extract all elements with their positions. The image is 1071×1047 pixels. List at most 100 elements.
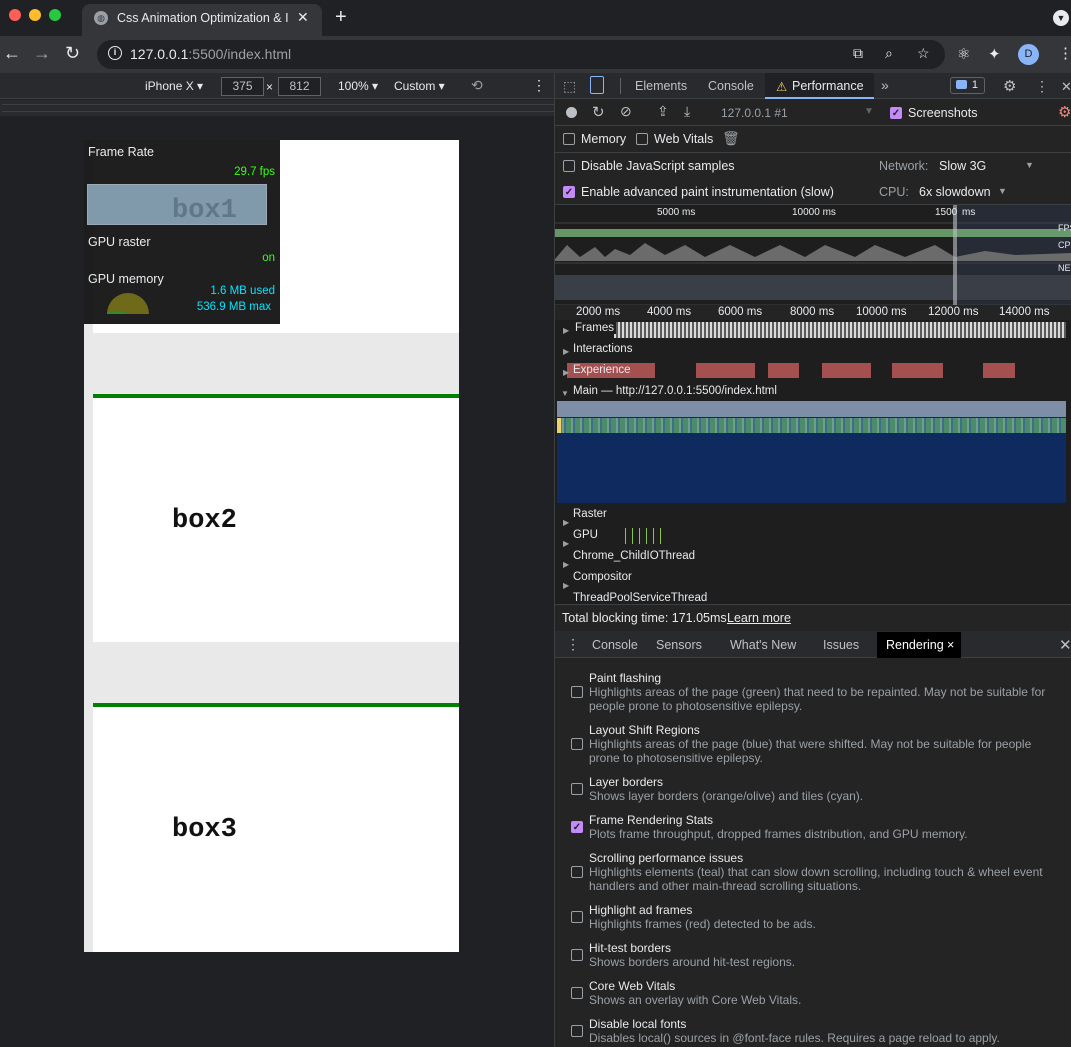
performance-toolbar [555,99,1071,126]
tab-close-icon[interactable]: ✕ [297,9,309,26]
track-raster[interactable]: Raster [573,508,607,520]
network-dropdown-icon: ▼ [1025,160,1034,170]
track-threadpool[interactable]: ThreadPoolServiceThread [573,592,707,604]
experience-block-3[interactable] [768,363,799,378]
zoom-select[interactable]: 100% ▾ [338,79,378,93]
hit-test-checkbox[interactable] [571,949,583,961]
capture-settings-icon[interactable]: ⚙ [1058,103,1071,121]
drawer-tab-issues[interactable]: Issues [823,638,859,652]
chrome-menu-icon[interactable]: ⋮ [1058,44,1071,62]
rendering-tab-close-icon[interactable]: × [947,638,954,652]
main-task-row[interactable] [557,401,1066,417]
network-label: Network: [879,159,929,173]
extensions-puzzle-icon[interactable]: ✦ [988,45,1001,63]
new-tab-icon[interactable]: + [335,6,347,29]
site-info-icon[interactable]: i [108,46,122,60]
drawer-tab-console[interactable]: Console [592,638,638,652]
overview-cpu-label: CPU [1058,240,1071,250]
tab-elements[interactable]: Elements [635,79,687,93]
frames-expand-icon[interactable]: ▶ [563,326,569,335]
paint-instrumentation-checkbox[interactable] [563,186,575,198]
experience-block-5[interactable] [892,363,943,378]
reload-record-icon[interactable]: ↻ [592,103,605,121]
box2 [93,398,459,642]
device-height-input[interactable]: 812 [278,77,321,96]
translate-icon[interactable]: ⧉ [853,45,863,62]
close-devtools-icon[interactable]: ✕ [1061,79,1071,95]
experience-block-4[interactable] [822,363,871,378]
frame-rendering-stats-checkbox[interactable] [571,821,583,833]
device-more-icon[interactable]: ⋮ [532,77,546,94]
track-experience[interactable]: Experience [573,364,631,376]
gpu-expand-icon[interactable]: ▶ [563,539,569,548]
disable-js-samples-checkbox[interactable] [563,160,575,172]
settings-gear-icon[interactable]: ⚙ [1003,77,1016,95]
memory-checkbox[interactable] [563,133,575,145]
react-devtools-icon[interactable]: ⚛ [957,45,970,63]
more-tabs-icon[interactable]: » [881,77,889,93]
core-web-vitals-checkbox[interactable] [571,987,583,999]
device-select[interactable]: iPhone X ▾ [145,79,203,93]
childio-expand-icon[interactable]: ▶ [563,560,569,569]
web-vitals-checkbox[interactable] [636,133,648,145]
layout-shift-checkbox[interactable] [571,738,583,750]
throttle-select[interactable]: Custom ▾ [394,79,445,93]
overview-net-label: NET [1058,263,1071,273]
compositor-expand-icon[interactable]: ▶ [563,581,569,590]
issues-icon [956,80,967,89]
experience-block-6[interactable] [983,363,1015,378]
network-throttle-select[interactable]: Slow 3G [939,159,986,173]
close-window-button[interactable] [9,9,21,21]
timeline-overview[interactable]: 5000 ms 10000 ms 1500 ms FPS CPU NET [555,205,1071,320]
layout-shift-title: Layout Shift Regions [589,723,700,737]
gpu-memory-gauge-fill [107,312,125,314]
tab-console[interactable]: Console [708,79,754,93]
minimize-window-button[interactable] [29,9,41,21]
screenshots-checkbox[interactable] [890,107,902,119]
disable-local-fonts-checkbox[interactable] [571,1025,583,1037]
device-width-input[interactable]: 375 [221,77,264,96]
record-icon[interactable] [566,107,577,118]
tab-title: Css Animation Optimization & I [117,11,289,25]
inspect-element-icon[interactable]: ⬚ [563,78,576,95]
track-frames[interactable]: Frames [573,322,616,334]
upload-icon[interactable]: ⇪ [657,103,669,120]
learn-more-link[interactable]: Learn more [727,611,791,625]
devtools-menu-icon[interactable]: ⋮ [1035,78,1049,95]
profile-select[interactable]: 127.0.0.1 #1 [721,106,788,120]
cpu-throttle-select[interactable]: 6x slowdown [919,185,991,199]
rotate-icon[interactable]: ⟲ [471,77,483,94]
back-icon[interactable]: ← [3,43,21,64]
drawer-tab-sensors[interactable]: Sensors [656,638,702,652]
experience-block-2[interactable] [696,363,755,378]
forward-icon[interactable]: → [33,43,51,64]
track-compositor[interactable]: Compositor [573,571,632,583]
scrolling-perf-checkbox[interactable] [571,866,583,878]
raster-expand-icon[interactable]: ▶ [563,518,569,527]
track-chrome-childio[interactable]: Chrome_ChildIOThread [573,550,695,562]
download-icon[interactable]: ⤓ [684,103,690,120]
drawer-tab-whats-new[interactable]: What's New [730,638,796,652]
paint-flashing-checkbox[interactable] [571,686,583,698]
maximize-window-button[interactable] [49,9,61,21]
drawer-menu-icon[interactable]: ⋮ [566,636,580,653]
gpu-raster-label: GPU raster [88,235,151,249]
reload-icon[interactable]: ↻ [65,43,80,64]
main-subtask-row[interactable] [557,418,1066,433]
trash-icon[interactable]: 🗑 [722,130,740,147]
main-collapse-icon[interactable]: ▼ [561,389,569,398]
track-gpu[interactable]: GPU [573,529,598,541]
tab-search-icon[interactable]: ▼ [1053,10,1069,26]
ad-frames-checkbox[interactable] [571,911,583,923]
track-main[interactable]: Main — http://127.0.0.1:5500/index.html [573,385,777,397]
interactions-expand-icon[interactable]: ▶ [563,347,569,356]
close-drawer-icon[interactable]: ✕ [1059,636,1071,654]
bookmark-star-icon[interactable]: ☆ [917,45,930,62]
track-interactions[interactable]: Interactions [573,343,632,355]
experience-expand-icon[interactable]: ▶ [563,368,569,377]
layer-borders-checkbox[interactable] [571,783,583,795]
zoom-icon[interactable]: ⌕ [885,45,893,62]
profile-avatar[interactable]: D [1018,44,1039,65]
device-toggle-icon[interactable] [590,76,604,94]
clear-icon[interactable]: ⊘ [620,103,632,120]
